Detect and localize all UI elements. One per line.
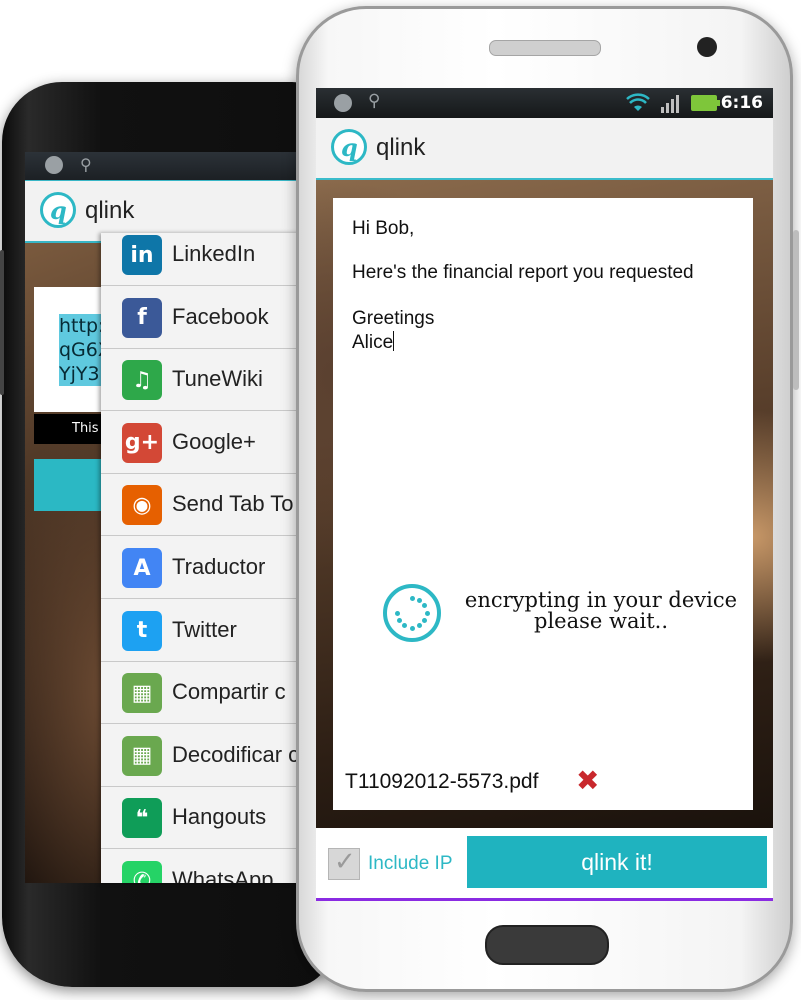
status-bar: ⚲ 6:16 (316, 88, 773, 118)
message-editor[interactable]: Hi Bob, Here's the financial report you … (333, 198, 753, 810)
spinner-dot (394, 610, 400, 616)
share-menu-item-label: Google+ (172, 428, 256, 454)
google-plus-icon: g+ (122, 422, 162, 463)
share-menu: in LinkedIn f Facebook ♫ TuneWiki g+ Google+ ◉ Se… (101, 233, 300, 883)
usb-icon: ⚲ (80, 155, 92, 174)
message-body: Here's the financial report you requeste… (352, 262, 694, 283)
share-menu-item[interactable]: ▦ Compartir c (101, 661, 300, 725)
share-menu-item[interactable]: ♫ TuneWiki (101, 348, 300, 412)
share-menu-item-label: Facebook (172, 303, 269, 329)
loading-spinner-icon (383, 584, 441, 642)
message-closing: Greetings (352, 308, 435, 329)
share-menu-item-label: Twitter (172, 616, 237, 642)
remove-attachment-icon[interactable]: ✖ (576, 764, 599, 797)
front-phone-side-button (793, 230, 799, 390)
share-menu-item[interactable]: t Twitter (101, 599, 300, 662)
battery-icon (691, 95, 720, 111)
encryption-status-line1: encrypting in your device (464, 588, 738, 612)
encryption-status: encrypting in your device please wait.. (451, 590, 751, 632)
hangouts-icon (334, 94, 352, 112)
share-menu-item-label: Decodificar c (172, 741, 300, 767)
app-logo-icon[interactable]: q (331, 129, 367, 165)
twitter-icon: t (122, 610, 162, 651)
app-title: qlink (376, 134, 426, 161)
share-menu-item-label: LinkedIn (172, 241, 256, 266)
spinner-dot (402, 623, 407, 629)
front-camera (697, 37, 717, 57)
share-menu-item[interactable]: ▦ Decodificar c (101, 724, 300, 787)
spinner-dot (409, 625, 415, 631)
share-menu-item-label: Hangouts (172, 804, 267, 830)
clock: 6:16 (720, 93, 763, 113)
spinner-dot (422, 603, 428, 608)
back-status-bar: ⚲ (25, 152, 300, 181)
include-ip-label[interactable]: Include IP (368, 848, 453, 880)
app-bar: q qlink (316, 118, 773, 180)
translate-icon: A (122, 548, 162, 588)
app-logo-icon: q (40, 192, 76, 228)
firefox-icon: ◉ (122, 485, 162, 526)
spinner-dot (422, 618, 428, 623)
wifi-icon (626, 93, 650, 111)
share-menu-item-label: Traductor (172, 554, 266, 579)
share-menu-item[interactable]: g+ Google+ (101, 411, 300, 474)
decoder-icon: ▦ (122, 735, 162, 776)
linkedin-icon: in (122, 235, 162, 275)
share-menu-item-label: Send Tab To (172, 491, 294, 517)
facebook-icon: f (122, 297, 162, 338)
share-menu-item[interactable]: ✆ WhatsApp (101, 849, 300, 883)
front-phone-screen: ⚲ 6:16 q qlink Hi Bob, Here's the financ… (316, 88, 773, 901)
attachment-file-name: T11092012-5573.pdf (345, 770, 539, 793)
message-signature: Alice (352, 332, 394, 353)
message-signature-line: Alice (352, 331, 395, 354)
back-phone-side-button (0, 250, 4, 395)
include-ip-checkbox[interactable]: ✓ (328, 847, 360, 880)
bottom-bar: ✓ Include IP qlink it! (316, 828, 773, 901)
spinner-dot (396, 618, 402, 623)
app-title: qlink (85, 197, 135, 224)
message-greeting: Hi Bob, (352, 218, 415, 239)
usb-icon: ⚲ (368, 91, 381, 111)
share-menu-item[interactable]: in LinkedIn (101, 233, 300, 286)
spinner-dot (409, 595, 415, 601)
spinner-dot (417, 623, 422, 629)
hangouts-icon: ❝ (122, 798, 162, 839)
tunewiki-icon: ♫ (122, 360, 162, 401)
hangouts-icon (45, 156, 63, 174)
spinner-dot (417, 597, 422, 603)
share-menu-item[interactable]: ❝ Hangouts (101, 786, 300, 850)
check-icon: ✓ (334, 847, 356, 877)
share-menu-item-label: Compartir c (172, 679, 286, 705)
barcode-icon: ▦ (122, 673, 162, 714)
text-cursor (393, 331, 395, 351)
share-menu-item[interactable]: f Facebook (101, 286, 300, 349)
qlink-it-button[interactable]: qlink it! (467, 836, 767, 888)
signal-icon (661, 95, 679, 113)
home-button[interactable] (485, 925, 609, 965)
earpiece-speaker (489, 40, 601, 56)
share-menu-item-label: WhatsApp (172, 867, 274, 883)
share-menu-item-label: TuneWiki (172, 366, 263, 392)
share-menu-item[interactable]: ◉ Send Tab To (101, 473, 300, 537)
spinner-dot (424, 610, 430, 616)
encryption-status-line2: please wait.. (534, 609, 668, 633)
share-menu-item[interactable]: A Traductor (101, 536, 300, 599)
whatsapp-icon: ✆ (122, 861, 162, 883)
